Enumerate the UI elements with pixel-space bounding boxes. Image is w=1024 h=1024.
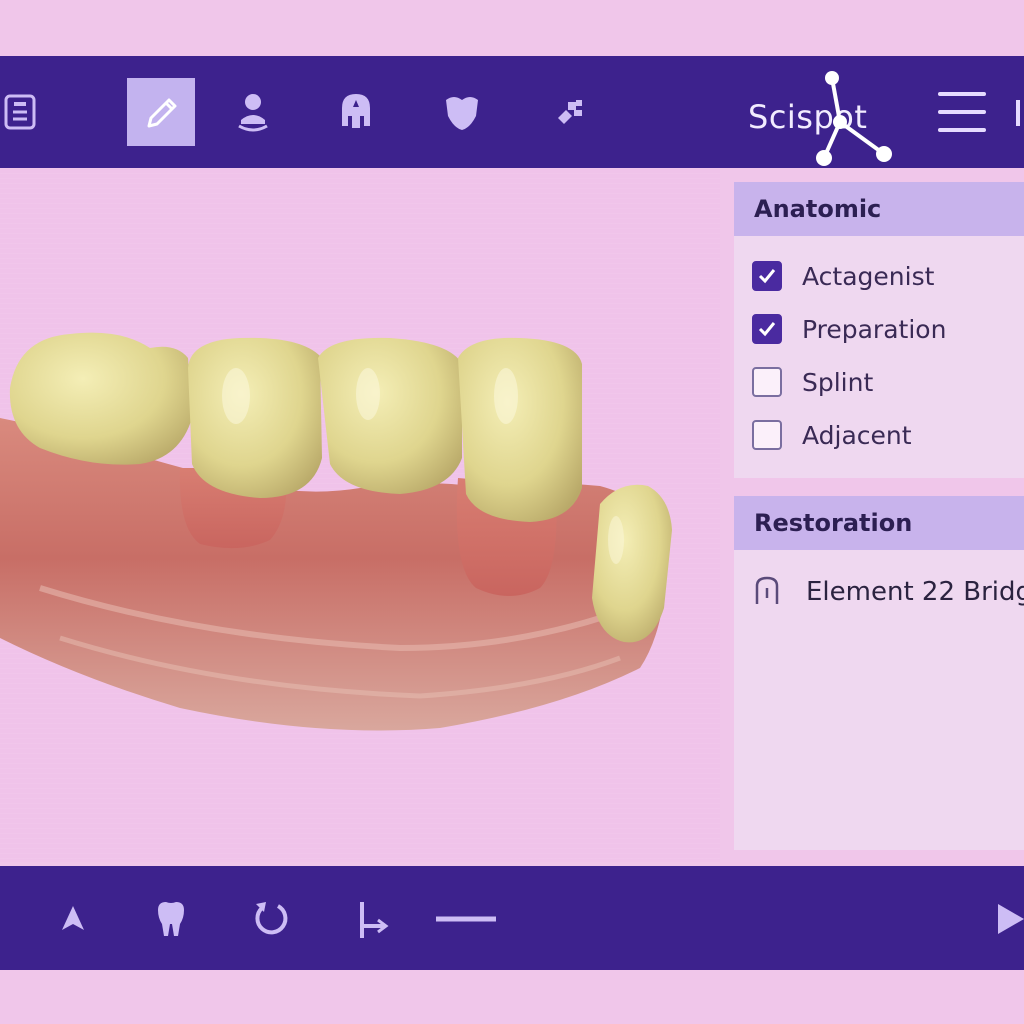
cursor-tool[interactable] — [48, 896, 98, 942]
line-icon — [436, 916, 496, 922]
tooth-outline-icon — [755, 576, 779, 604]
checkbox-label: Adjacent — [802, 420, 912, 450]
patient-tool[interactable] — [219, 78, 287, 146]
puzzle-hand-icon — [558, 100, 582, 124]
hamburger-menu-icon[interactable] — [938, 92, 986, 132]
play-icon — [998, 904, 1024, 934]
edge-divider — [1016, 100, 1020, 126]
pen-tool[interactable] — [127, 78, 195, 146]
tooth-shield-icon — [446, 97, 478, 130]
top-toolbar: Scispot — [0, 56, 1024, 168]
rotate-tool[interactable] — [246, 896, 296, 942]
bottom-toolbar — [0, 866, 1024, 970]
bridge-pontic — [318, 337, 462, 494]
checkbox-row-actagenist[interactable]: Actagenist — [752, 256, 934, 296]
axis-icon — [360, 902, 389, 938]
checkmark-icon — [758, 269, 776, 284]
restoration-panel-title: Restoration — [734, 496, 1024, 550]
tooth-tool[interactable] — [146, 896, 196, 942]
checkbox-splint[interactable] — [752, 367, 782, 397]
dental-bridge-model[interactable] — [0, 168, 720, 862]
checkbox-row-splint[interactable]: Splint — [752, 362, 873, 402]
checkbox-actagenist[interactable] — [752, 261, 782, 291]
checkbox-label: Preparation — [802, 314, 947, 344]
line-tool[interactable] — [436, 896, 496, 942]
checkbox-row-adjacent[interactable]: Adjacent — [752, 415, 912, 455]
molecule-icon — [816, 71, 892, 166]
molar-back — [9, 332, 192, 465]
tooth-icon — [158, 902, 184, 936]
checkmark-icon — [758, 322, 776, 337]
tooth-shield-tool[interactable] — [428, 78, 496, 146]
checkbox-label: Splint — [802, 367, 874, 397]
restoration-item[interactable]: Element 22 Bridge — [752, 574, 1024, 610]
patient-icon — [238, 94, 268, 132]
axis-tool[interactable] — [346, 896, 396, 942]
anatomic-panel-title: Anatomic — [734, 182, 1024, 236]
anatomic-panel: Anatomic Actagenist Preparation Splint A… — [734, 182, 1024, 478]
play-tool[interactable] — [992, 896, 1024, 942]
rotate-icon — [255, 902, 288, 935]
checkbox-preparation[interactable] — [752, 314, 782, 344]
puzzle-hand-tool[interactable] — [536, 78, 604, 146]
patient-record-tool[interactable] — [0, 78, 54, 146]
checkbox-label: Actagenist — [802, 261, 935, 291]
checkbox-row-preparation[interactable]: Preparation — [752, 309, 946, 349]
tooth-crown-icon — [342, 94, 370, 128]
tooth-crown-tool[interactable] — [322, 78, 390, 146]
pen-icon — [147, 98, 177, 128]
restoration-panel: Restoration Element 22 Bridge — [734, 496, 1024, 850]
checkbox-adjacent[interactable] — [752, 420, 782, 450]
app-logo: Scispot — [748, 70, 908, 170]
patient-record-icon — [4, 94, 36, 130]
3d-viewport[interactable] — [0, 168, 720, 862]
bridge-crown-2 — [458, 337, 582, 522]
bridge-crown-1 — [188, 337, 322, 498]
cursor-arrow-icon — [62, 906, 84, 930]
restoration-item-label: Element 22 Bridge — [806, 577, 1024, 607]
